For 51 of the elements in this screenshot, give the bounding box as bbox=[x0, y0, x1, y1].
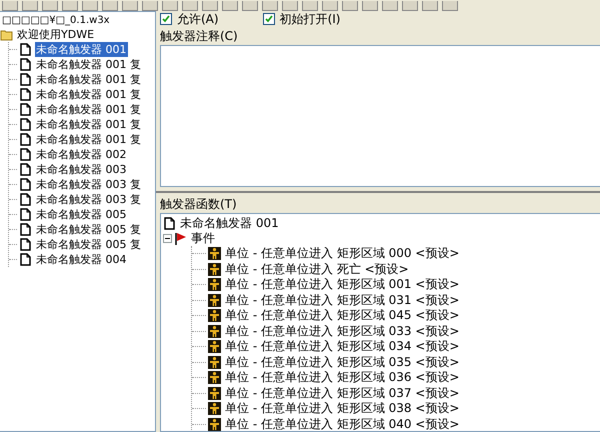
unit-icon bbox=[208, 402, 221, 416]
tree-item[interactable]: 单位 - 任意单位进入 矩形区域 001 <预设> bbox=[224, 276, 460, 294]
tree-item[interactable]: 未命名触发器 001 bbox=[35, 42, 128, 57]
unit-icon bbox=[208, 356, 221, 369]
checkbox-label: 初始打开(I) bbox=[280, 10, 340, 28]
unit-icon bbox=[208, 278, 221, 292]
tree-item[interactable]: 单位 - 任意单位进入 矩形区域 045 <预设> bbox=[224, 307, 460, 324]
comment-field[interactable] bbox=[160, 45, 600, 187]
tree-item[interactable]: 未命名触发器 001 bbox=[179, 215, 280, 232]
tree-item[interactable]: 事件 bbox=[190, 230, 216, 247]
unit-icon bbox=[208, 309, 221, 322]
tree-item[interactable]: 未命名触发器 001 复 bbox=[35, 87, 142, 102]
tree-item[interactable]: 单位 - 任意单位进入 矩形区域 000 <预设> bbox=[224, 245, 460, 262]
tree-item[interactable]: 未命名触发器 001 复 bbox=[35, 102, 142, 117]
collapse-toggle[interactable] bbox=[163, 234, 172, 243]
unit-icon bbox=[208, 247, 221, 260]
unit-icon bbox=[208, 340, 221, 354]
tree-item[interactable]: 未命名触发器 004 bbox=[35, 252, 128, 267]
tree-item[interactable]: 单位 - 任意单位进入 矩形区域 037 <预设> bbox=[224, 384, 460, 402]
map-title: □□□□□¥□_0.1.w3x bbox=[1, 14, 111, 27]
tree-item[interactable]: 单位 - 任意单位进入 矩形区域 036 <预设> bbox=[224, 369, 460, 386]
unit-icon bbox=[208, 386, 221, 400]
checkbox-label: 允许(A) bbox=[177, 10, 219, 28]
tree-item[interactable]: 单位 - 任意单位进入 矩形区域 035 <预设> bbox=[224, 354, 460, 371]
unit-icon bbox=[208, 324, 221, 338]
tree-item[interactable]: 单位 - 任意单位进入 矩形区域 038 <预设> bbox=[224, 400, 460, 418]
unit-icon bbox=[208, 262, 221, 276]
tree-item[interactable]: 单位 - 任意单位进入 矩形区域 034 <预设> bbox=[224, 338, 460, 356]
tree-item[interactable]: 未命名触发器 005 复 bbox=[35, 222, 142, 237]
tree-item[interactable]: 未命名触发器 001 复 bbox=[35, 132, 142, 147]
functions-label: 触发器函数(T) bbox=[160, 196, 237, 212]
checkbox[interactable] bbox=[160, 13, 172, 25]
tree-item[interactable]: 单位 - 任意单位进入 矩形区域 040 <预设> bbox=[224, 416, 460, 431]
tree-item[interactable]: 未命名触发器 003 复 bbox=[35, 192, 142, 207]
unit-icon bbox=[208, 418, 221, 431]
tree-item[interactable]: 未命名触发器 003 bbox=[35, 162, 128, 177]
tree-item[interactable]: 未命名触发器 001 复 bbox=[35, 117, 142, 132]
tree-item[interactable]: 未命名触发器 001 复 bbox=[35, 72, 142, 87]
tree-item[interactable]: 欢迎使用YDWE bbox=[16, 27, 96, 42]
tree-item[interactable]: 未命名触发器 005 复 bbox=[35, 237, 142, 252]
unit-icon bbox=[208, 371, 221, 384]
tree-item[interactable]: 未命名触发器 005 bbox=[35, 207, 128, 222]
tree-item[interactable]: 单位 - 任意单位进入 矩形区域 033 <预设> bbox=[224, 322, 460, 340]
unit-icon bbox=[208, 294, 221, 307]
tree-item[interactable]: 未命名触发器 001 复 bbox=[35, 57, 142, 72]
tree-item[interactable]: 未命名触发器 002 bbox=[35, 147, 128, 162]
tree-item[interactable]: 未命名触发器 003 复 bbox=[35, 177, 142, 192]
tree-item[interactable]: 单位 - 任意单位进入 矩形区域 031 <预设> bbox=[224, 292, 460, 309]
tree-item[interactable]: 单位 - 任意单位进入 死亡 <预设> bbox=[224, 260, 410, 278]
comment-label: 触发器注释(C) bbox=[160, 28, 238, 44]
checkbox[interactable] bbox=[262, 13, 275, 25]
